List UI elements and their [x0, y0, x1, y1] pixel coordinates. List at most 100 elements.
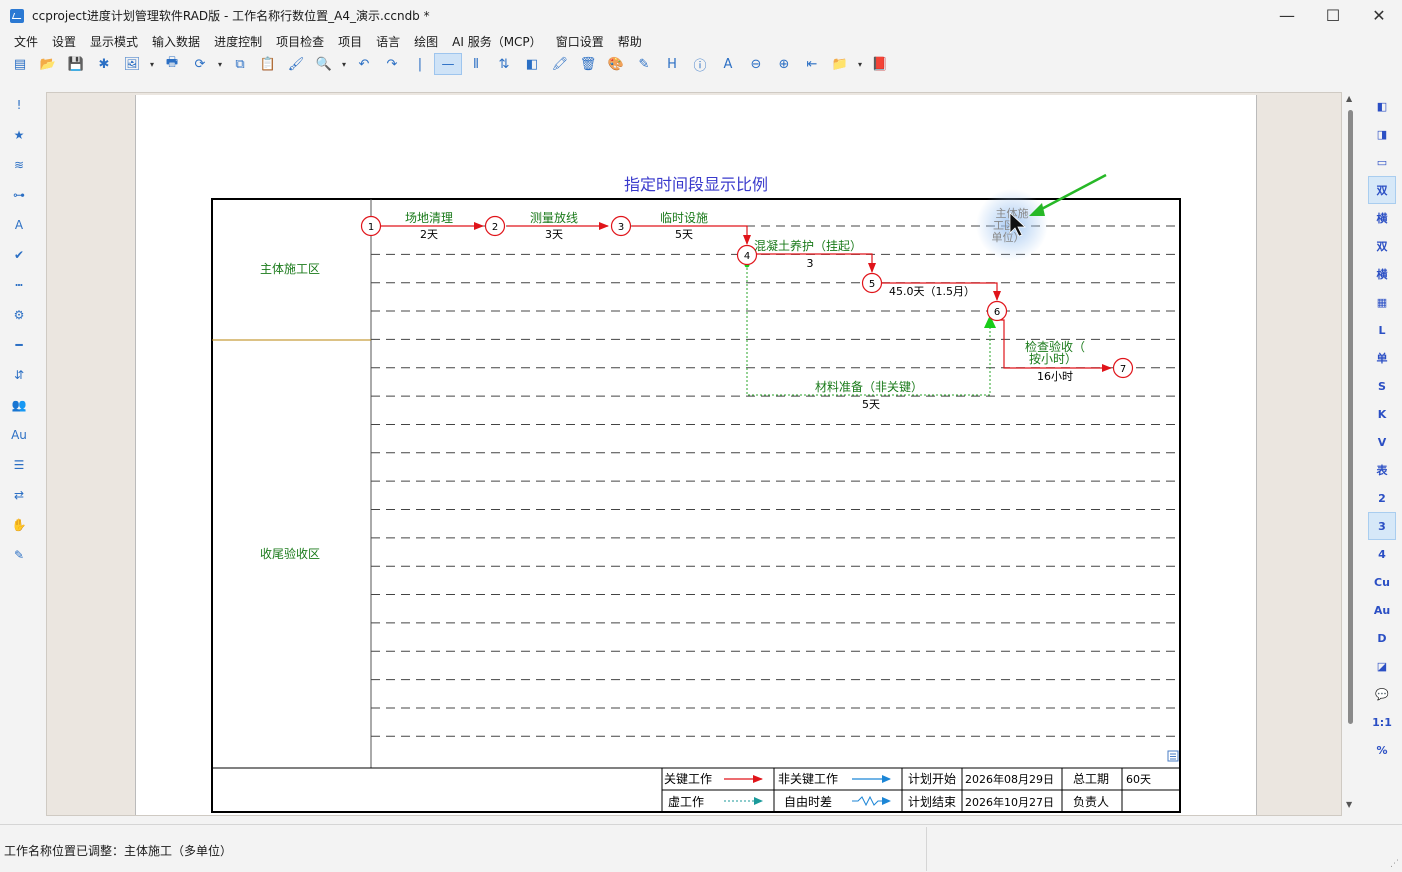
swap-icon[interactable]: ⇄ — [6, 480, 32, 510]
menu-item[interactable]: 输入数据 — [145, 33, 207, 50]
redo-icon[interactable]: ↷ — [378, 53, 406, 75]
right-tool-button[interactable]: ◨ — [1368, 120, 1396, 148]
undo-icon[interactable]: ↶ — [350, 53, 378, 75]
right-tool-button[interactable]: 双 — [1368, 232, 1396, 260]
paint-icon[interactable]: 🖍 — [546, 53, 574, 75]
right-tool-button[interactable]: D — [1368, 624, 1396, 652]
check-icon[interactable]: ✔ — [6, 240, 32, 270]
maximize-button[interactable]: ☐ — [1310, 0, 1356, 31]
open-icon[interactable]: 📂 — [34, 53, 62, 75]
menu-item[interactable]: 显示模式 — [83, 33, 145, 50]
vertical-scrollbar[interactable]: ▲ ▼ — [1344, 92, 1358, 816]
dotted-line-icon[interactable]: ┅ — [6, 270, 32, 300]
menu-item[interactable]: 项目 — [331, 33, 369, 50]
menu-item[interactable]: 帮助 — [611, 33, 649, 50]
right-tool-button[interactable]: 横 — [1368, 204, 1396, 232]
au-icon[interactable]: Au — [6, 420, 32, 450]
delete-icon[interactable]: 🗑 — [574, 53, 602, 75]
right-tool-button[interactable]: ◧ — [1368, 92, 1396, 120]
right-tool-button[interactable]: 2 — [1368, 484, 1396, 512]
text-icon[interactable]: A — [714, 53, 742, 75]
menu-item[interactable]: 进度控制 — [207, 33, 269, 50]
paste-icon[interactable]: 📋 — [254, 53, 282, 75]
right-tool-button[interactable]: S — [1368, 372, 1396, 400]
menu-item[interactable]: 绘图 — [407, 33, 445, 50]
palette-icon[interactable]: 🎨 — [602, 53, 630, 75]
folder-open-icon[interactable]: 📁 — [826, 53, 854, 75]
dropdown-icon[interactable]: ▾ — [146, 53, 158, 75]
key-icon[interactable]: ⊶ — [6, 180, 32, 210]
node-1[interactable]: 1 — [360, 215, 382, 237]
pen-icon[interactable]: ✎ — [6, 540, 32, 570]
close-button[interactable]: ✕ — [1356, 0, 1402, 31]
zoom-out-icon[interactable]: ⊖ — [742, 53, 770, 75]
info-icon[interactable]: ⓘ — [686, 53, 714, 75]
right-tool-button[interactable]: 双 — [1368, 176, 1396, 204]
refresh-icon[interactable]: ⟳ — [186, 53, 214, 75]
task-arrow-4-5[interactable] — [756, 253, 876, 273]
people-icon[interactable]: 👥 — [6, 390, 32, 420]
columns-icon[interactable]: ⦀ — [462, 53, 490, 75]
hand-icon[interactable]: ✋ — [6, 510, 32, 540]
node-3[interactable]: 3 — [610, 215, 632, 237]
folder-icon[interactable]: 📕 — [866, 53, 894, 75]
format-painter-icon[interactable]: 🖌 — [282, 53, 310, 75]
right-tool-button[interactable]: 3 — [1368, 512, 1396, 540]
gear-icon[interactable]: ⚙ — [6, 300, 32, 330]
print-icon[interactable]: 🖶 — [158, 53, 186, 75]
dropdown-icon[interactable]: ▾ — [338, 53, 350, 75]
contrast-icon[interactable]: ◧ — [518, 53, 546, 75]
sort-icon[interactable]: ⇵ — [6, 360, 32, 390]
back-icon[interactable]: ⇤ — [798, 53, 826, 75]
node-6[interactable]: 6 — [986, 300, 1008, 322]
export-icon[interactable]: 🖼 — [118, 53, 146, 75]
copy-icon[interactable]: ⧉ — [226, 53, 254, 75]
menu-item[interactable]: 窗口设置 — [549, 33, 611, 50]
scroll-down-icon[interactable]: ▼ — [1346, 800, 1352, 809]
right-tool-button[interactable]: 4 — [1368, 540, 1396, 568]
node-7[interactable]: 7 — [1112, 357, 1134, 379]
node-5[interactable]: 5 — [861, 272, 883, 294]
snowflake-icon[interactable]: ✱ — [90, 53, 118, 75]
right-tool-button[interactable]: 单 — [1368, 344, 1396, 372]
right-tool-button[interactable]: 💬 — [1368, 680, 1396, 708]
new-icon[interactable]: ▤ — [6, 53, 34, 75]
right-tool-button[interactable]: Cu — [1368, 568, 1396, 596]
scrollbar-thumb[interactable] — [1348, 110, 1353, 724]
right-tool-button[interactable]: 1:1 — [1368, 708, 1396, 736]
font-icon[interactable]: A — [6, 210, 32, 240]
menu-item[interactable]: 语言 — [369, 33, 407, 50]
menu-item[interactable]: 文件 — [7, 33, 45, 50]
save-icon[interactable]: 💾 — [62, 53, 90, 75]
right-tool-button[interactable]: ◪ — [1368, 652, 1396, 680]
scroll-up-icon[interactable]: ▲ — [1346, 94, 1352, 103]
menu-item[interactable]: AI 服务（MCP） — [445, 33, 549, 50]
minus-icon[interactable]: ━ — [6, 330, 32, 360]
right-tool-button[interactable]: L — [1368, 316, 1396, 344]
right-tool-button[interactable]: K — [1368, 400, 1396, 428]
network-diagram[interactable]: 指定时间段显示比例 主体施工区 收尾验收区 1 2 3 4 5 6 7 场地清理… — [136, 95, 1258, 816]
line-mode-icon[interactable]: — — [434, 53, 462, 75]
drawing-workspace[interactable]: 指定时间段显示比例 主体施工区 收尾验收区 1 2 3 4 5 6 7 场地清理… — [46, 92, 1342, 816]
exclamation-icon[interactable]: ! — [6, 90, 32, 120]
menu-item[interactable]: 设置 — [45, 33, 83, 50]
right-tool-button[interactable]: ▦ — [1368, 288, 1396, 316]
minimize-button[interactable]: — — [1264, 0, 1310, 31]
filter-icon[interactable]: ☰ — [6, 450, 32, 480]
right-tool-button[interactable]: % — [1368, 736, 1396, 764]
right-tool-button[interactable]: V — [1368, 428, 1396, 456]
dropdown-icon[interactable]: ▾ — [214, 53, 226, 75]
right-tool-button[interactable]: ▭ — [1368, 148, 1396, 176]
node-2[interactable]: 2 — [484, 215, 506, 237]
resize-grip-icon[interactable]: ⋰ — [1390, 859, 1399, 869]
zoom-in-icon[interactable]: ⊕ — [770, 53, 798, 75]
search-icon[interactable]: 🔍 — [310, 53, 338, 75]
right-tool-button[interactable]: Au — [1368, 596, 1396, 624]
sort-icon[interactable]: ⇅ — [490, 53, 518, 75]
star-icon[interactable]: ★ — [6, 120, 32, 150]
edit-icon[interactable]: ✎ — [630, 53, 658, 75]
right-tool-button[interactable]: 表 — [1368, 456, 1396, 484]
menu-item[interactable]: 项目检查 — [269, 33, 331, 50]
wave-icon[interactable]: ≋ — [6, 150, 32, 180]
h-icon[interactable]: H — [658, 53, 686, 75]
